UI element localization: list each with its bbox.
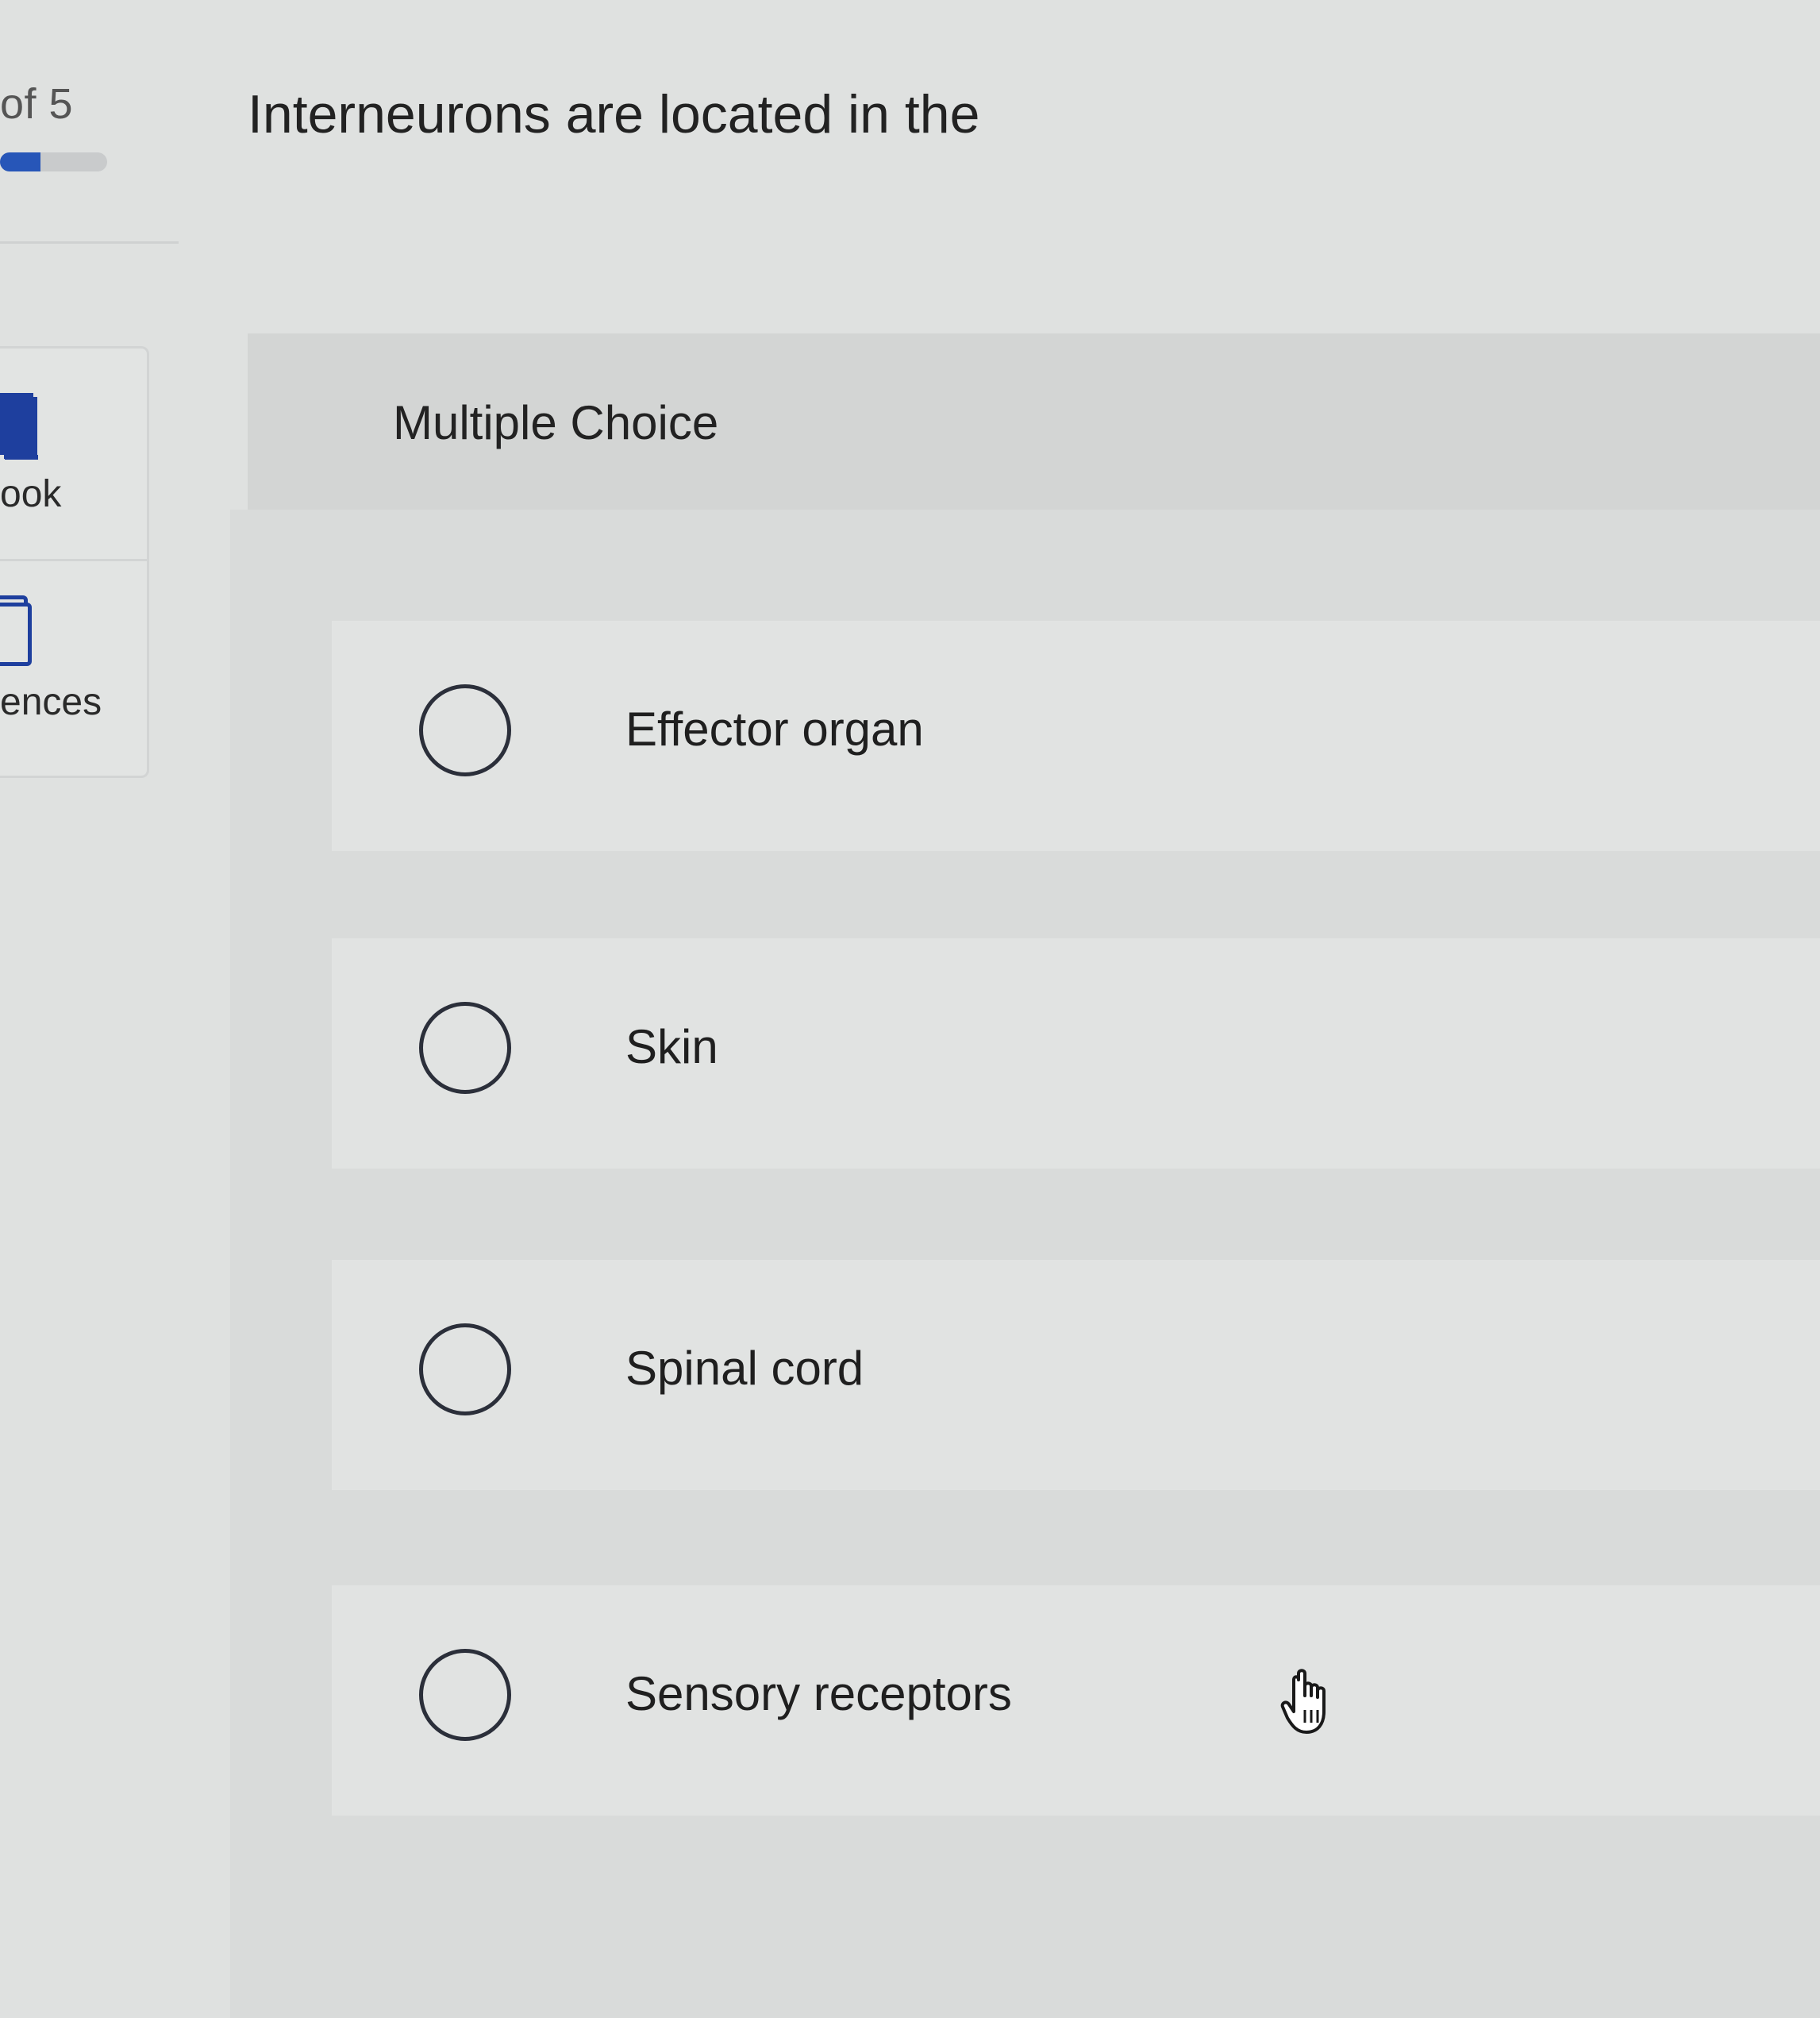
sidebar-divider xyxy=(0,241,179,244)
answer-options: Effector organ Skin Spinal cord Sensory … xyxy=(230,510,1820,2018)
answer-option-label: Spinal cord xyxy=(625,1342,864,1395)
sidebar-item-ebook[interactable]: ook xyxy=(0,349,147,561)
answer-option[interactable]: Spinal cord xyxy=(332,1260,1820,1490)
question-type-header: Multiple Choice xyxy=(248,333,1820,510)
progress-bar xyxy=(0,152,107,171)
radio-button[interactable] xyxy=(419,1002,511,1094)
answer-option-label: Effector organ xyxy=(625,703,924,756)
radio-button[interactable] xyxy=(419,1323,511,1415)
radio-button[interactable] xyxy=(419,684,511,776)
answer-option[interactable]: Sensory receptors xyxy=(332,1585,1820,1816)
ebook-icon xyxy=(0,393,38,460)
answer-option[interactable]: Skin xyxy=(332,938,1820,1169)
radio-button[interactable] xyxy=(419,1649,511,1741)
answer-option-label: Sensory receptors xyxy=(625,1667,1012,1720)
sidebar-item-label: ences xyxy=(0,681,102,723)
question-progress-label: of 5 xyxy=(0,80,74,128)
question-type-label: Multiple Choice xyxy=(393,396,719,449)
references-icon xyxy=(0,595,32,666)
answer-option[interactable]: Effector organ xyxy=(332,621,1820,851)
sidebar-tools: ook ences xyxy=(0,346,149,778)
hand-cursor-icon xyxy=(1280,1669,1326,1734)
sidebar-item-references[interactable]: ences xyxy=(0,561,147,772)
answer-option-label: Skin xyxy=(625,1020,718,1073)
progress-bar-fill xyxy=(0,152,41,171)
question-prompt: Interneurons are located in the xyxy=(248,84,980,144)
sidebar-item-label: ook xyxy=(0,473,62,515)
